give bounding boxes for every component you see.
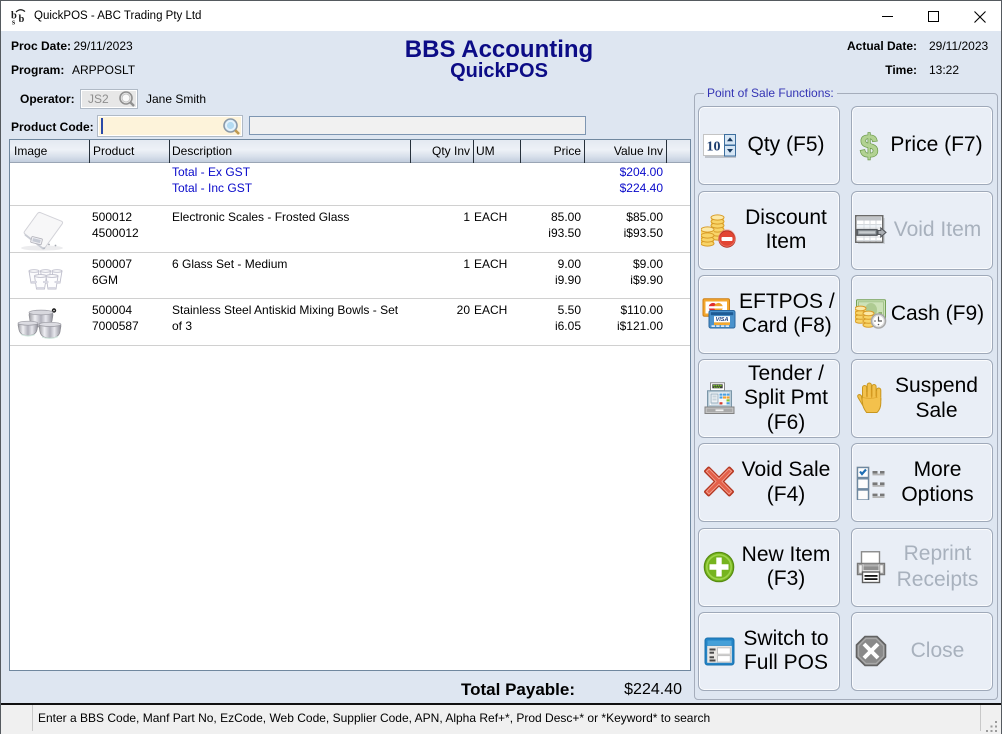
svg-text:s: s	[12, 18, 15, 27]
svg-text:b: b	[19, 14, 25, 25]
svg-text:$: $	[860, 129, 878, 163]
svg-text:VISA: VISA	[716, 317, 729, 323]
svg-text:10: 10	[706, 139, 720, 154]
